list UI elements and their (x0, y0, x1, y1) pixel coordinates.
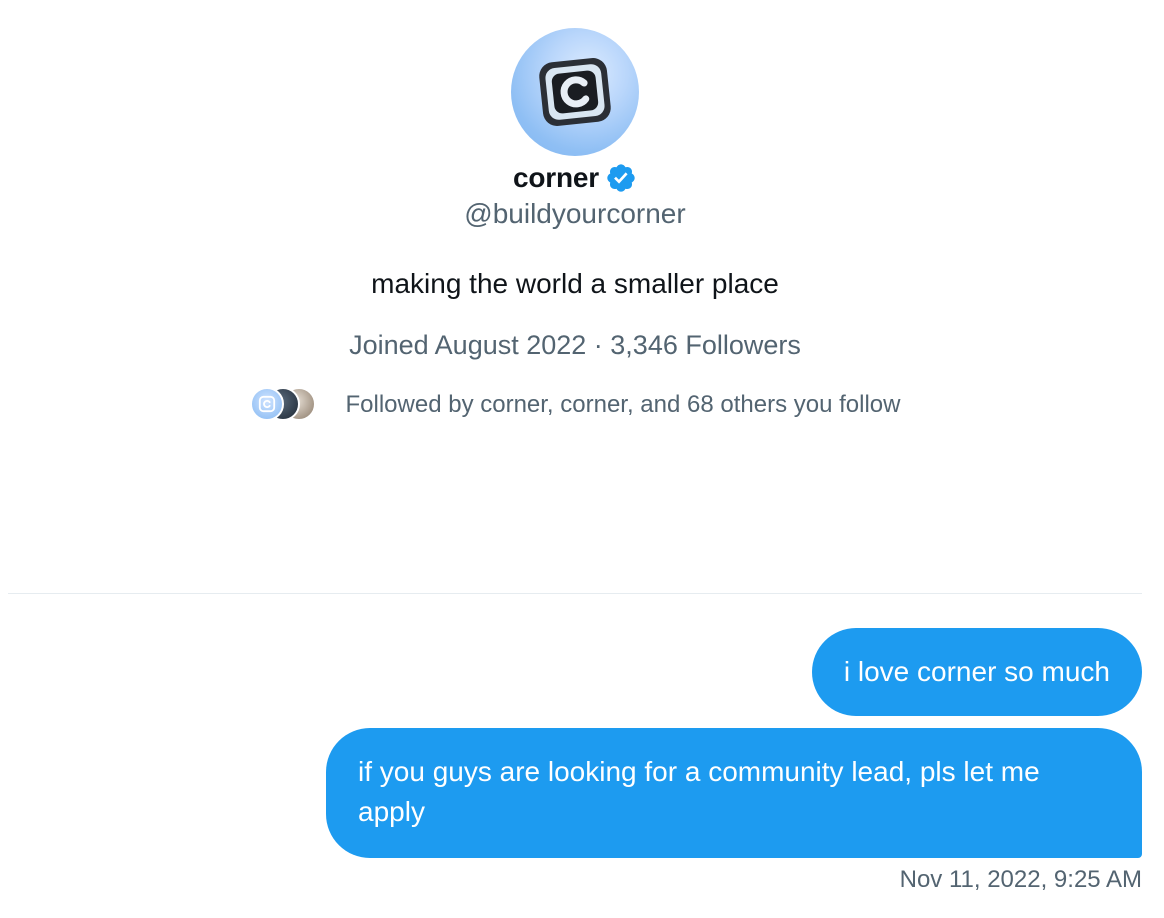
verified-badge-icon (607, 164, 635, 192)
profile-avatar[interactable] (511, 28, 639, 156)
display-name[interactable]: corner (513, 162, 599, 194)
followed-by-row[interactable]: Followed by corner, corner, and 68 other… (249, 385, 901, 425)
mutual-avatars (249, 385, 322, 425)
profile-header: corner @buildyourcorner making the world… (0, 0, 1150, 425)
followed-by-text[interactable]: Followed by corner, corner, and 68 other… (346, 391, 901, 419)
message-bubble[interactable]: if you guys are looking for a community … (326, 728, 1142, 858)
mutual-avatar (249, 387, 284, 421)
profile-bio: making the world a smaller place (371, 268, 779, 299)
message-timestamp: Nov 11, 2022, 9:25 AM (899, 866, 1142, 893)
corner-logo-icon (258, 395, 275, 413)
profile-meta: Joined August 2022 · 3,346 Followers (349, 330, 801, 360)
corner-logo-icon (539, 58, 611, 126)
message-bubble[interactable]: i love corner so much (811, 628, 1142, 716)
divider (8, 593, 1142, 594)
name-row: corner (513, 162, 637, 194)
profile-handle[interactable]: @buildyourcorner (464, 198, 685, 230)
